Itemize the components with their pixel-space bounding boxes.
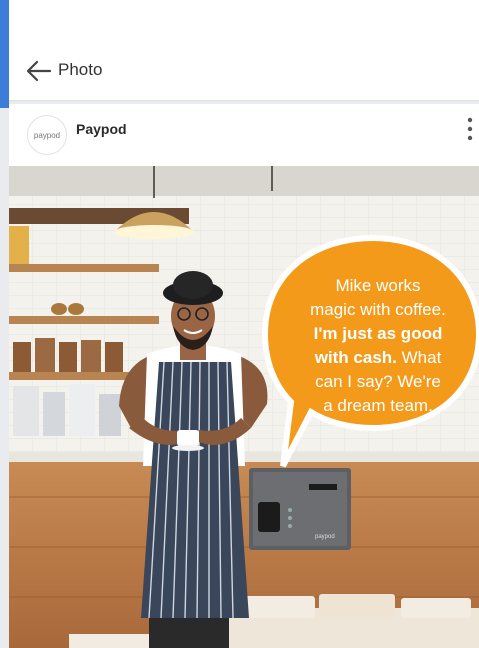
arrow-left-icon — [26, 60, 52, 82]
bubble-line: with cash. What — [286, 346, 470, 370]
left-accent-bar — [0, 0, 9, 108]
bubble-line: I'm just as good — [286, 322, 470, 346]
post-card: paypod Paypod paypod Mike works magic wi… — [9, 104, 479, 648]
post-photo[interactable]: paypod Mike works magic with coffee. I'm… — [9, 166, 479, 648]
back-button[interactable] — [25, 58, 53, 84]
app-header: Photo — [9, 0, 479, 101]
bubble-text-rest: What — [396, 348, 442, 367]
more-vertical-icon — [467, 117, 473, 141]
post-header: paypod Paypod — [9, 104, 479, 166]
bubble-line: Mike works — [335, 276, 421, 295]
bubble-line: magic with coffee. — [310, 300, 446, 319]
device-logo: paypod — [315, 534, 335, 540]
account-avatar[interactable]: paypod — [27, 115, 67, 155]
bubble-bold-text: I'm just as good — [313, 324, 443, 343]
bubble-bold-text: with cash. — [314, 348, 397, 367]
account-name[interactable]: Paypod — [76, 121, 127, 137]
bubble-line: a dream team. — [323, 396, 433, 415]
bubble-line: can I say? We're — [315, 372, 441, 391]
more-options-button[interactable] — [465, 116, 475, 144]
page-title: Photo — [58, 60, 103, 79]
speech-bubble-text: Mike works magic with coffee. I'm just a… — [286, 274, 470, 418]
avatar-logo-text: paypod — [33, 130, 61, 140]
